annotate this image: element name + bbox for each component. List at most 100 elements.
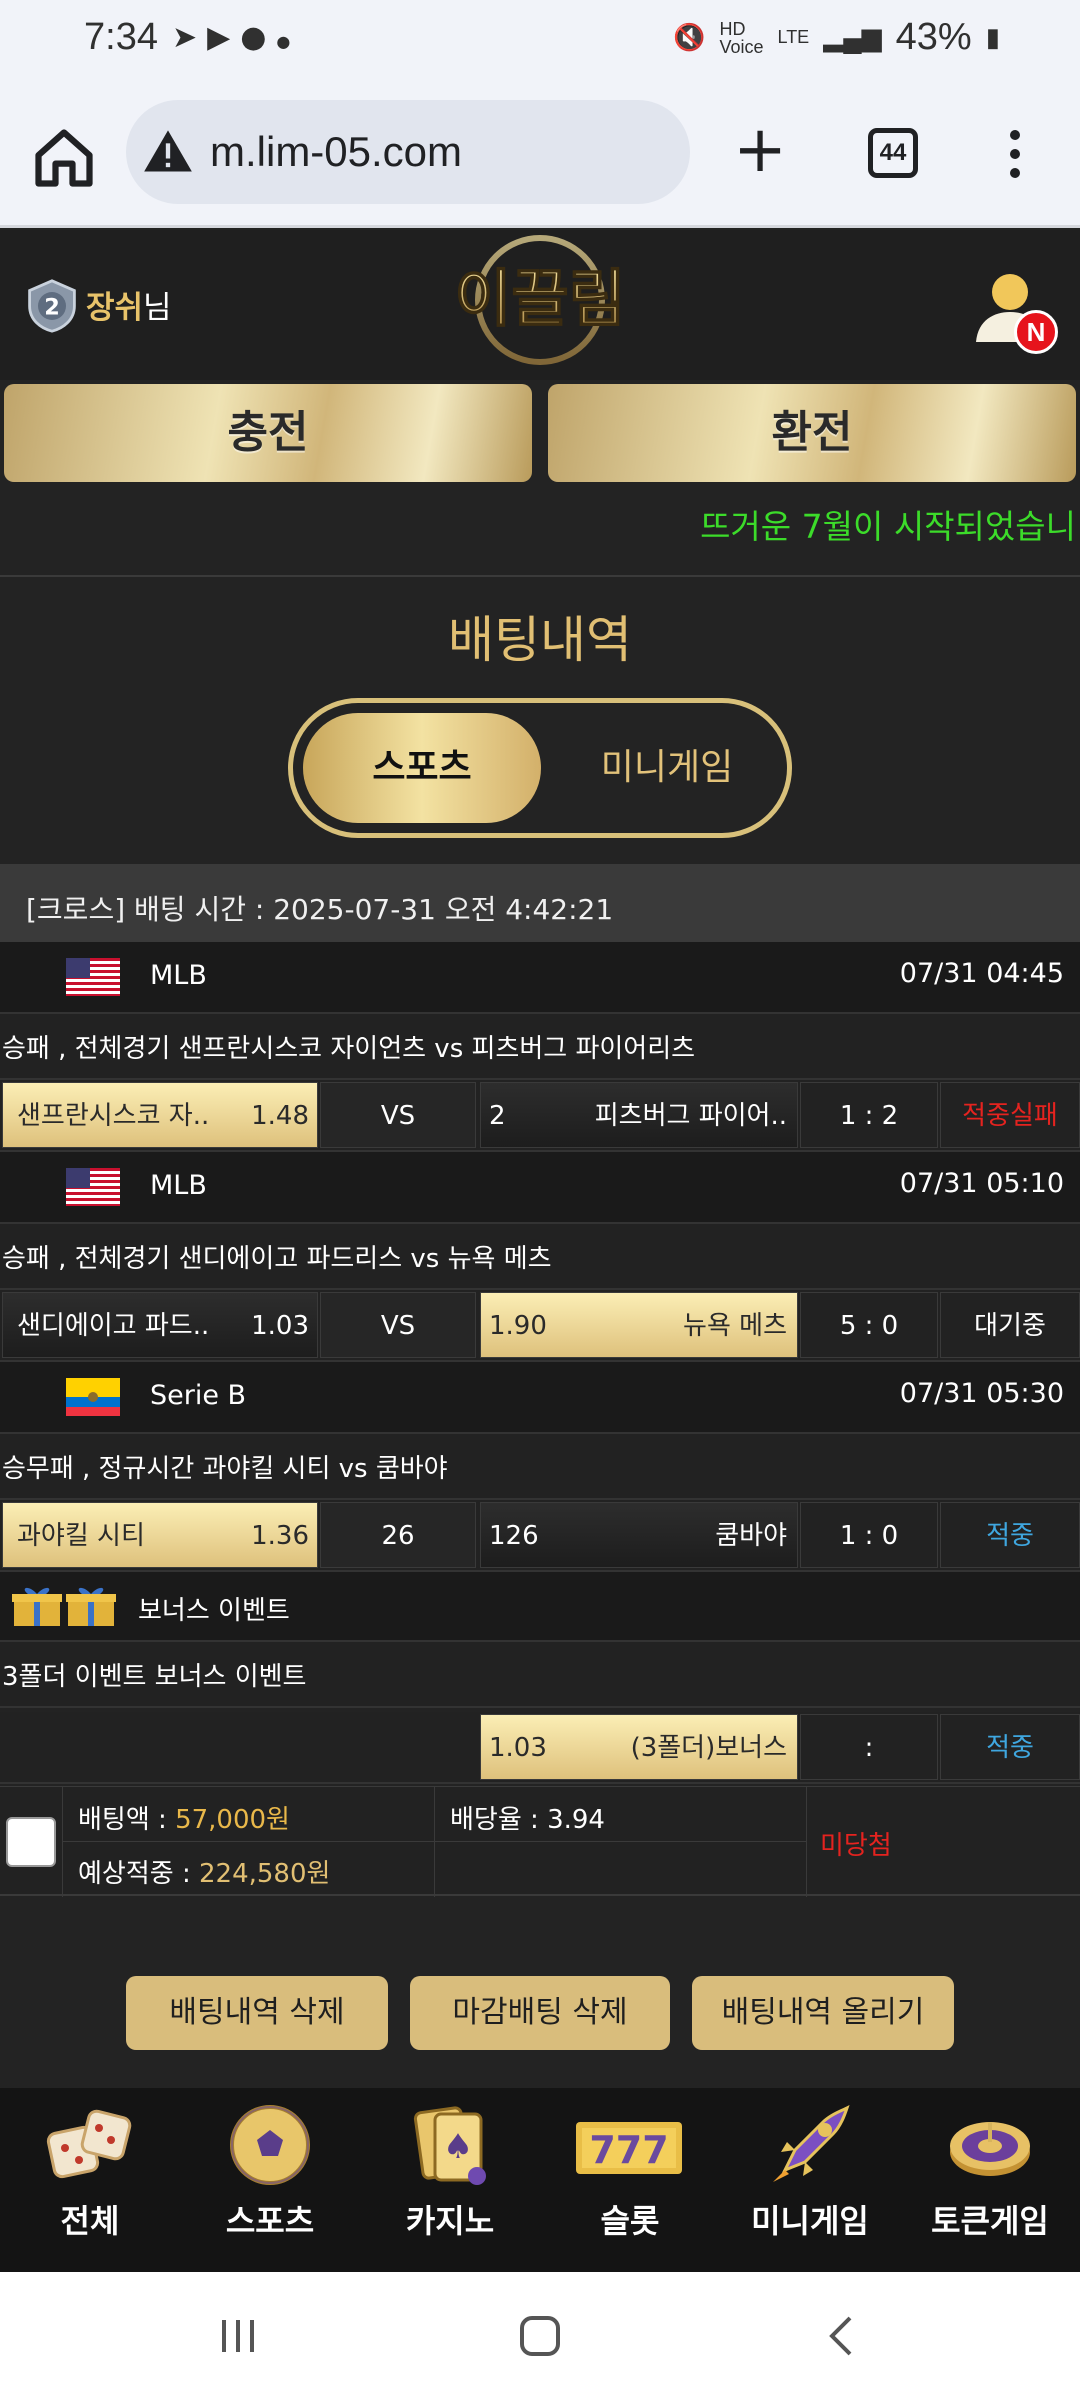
draw-cell[interactable]: VS bbox=[320, 1292, 476, 1358]
site-logo[interactable]: 이끌림 bbox=[440, 230, 640, 370]
home-pick[interactable]: 샌디에이고 파드.. 1.03 bbox=[2, 1292, 318, 1358]
select-checkbox[interactable] bbox=[6, 1817, 56, 1867]
game-desc: 승패 , 전체경기 샌프란시스코 자이언츠 vs 피츠버그 파이어리츠 bbox=[0, 1014, 1080, 1080]
home-pick[interactable]: 샌프란시스코 자.. 1.48 bbox=[2, 1082, 318, 1148]
roulette-icon bbox=[950, 2122, 1030, 2176]
more-menu-icon[interactable] bbox=[1000, 126, 1030, 186]
home-odds: 1.03 bbox=[251, 1311, 309, 1341]
notification-icons: ➤▶●● bbox=[172, 20, 300, 55]
draw-cell[interactable]: 26 bbox=[320, 1502, 476, 1568]
result-status: 적중실패 bbox=[940, 1082, 1080, 1148]
result-status: 대기중 bbox=[940, 1292, 1080, 1358]
nav-all[interactable]: 전체 bbox=[0, 2088, 180, 2272]
hd-voice-icon: HD Voice bbox=[719, 18, 764, 57]
away-pick[interactable]: 1.90 뉴욕 메츠 bbox=[480, 1292, 798, 1358]
tab-switcher-button[interactable]: 44 bbox=[868, 128, 918, 178]
away-pick[interactable]: 2 피츠버그 파이어.. bbox=[480, 1082, 798, 1148]
away-team: 뉴욕 메츠 bbox=[683, 1311, 787, 1341]
delete-closed-button[interactable]: 마감배팅 삭제 bbox=[410, 1976, 670, 2050]
nav-sports[interactable]: 스포츠 bbox=[180, 2088, 360, 2272]
divider bbox=[434, 1787, 435, 1897]
nav-label: 카지노 bbox=[405, 2202, 495, 2240]
away-pick[interactable]: 126 쿰바야 bbox=[480, 1502, 798, 1568]
lte-icon: LTE bbox=[777, 27, 810, 47]
charge-button[interactable]: 충전 bbox=[4, 384, 532, 482]
telegram-icon: ➤ bbox=[172, 20, 208, 55]
bonus-desc: 3폴더 이벤트 보너스 이벤트 bbox=[0, 1642, 1080, 1708]
game-desc: 승무패 , 정규시간 과야킬 시티 vs 쿰바야 bbox=[0, 1434, 1080, 1500]
result-status: 적중 bbox=[940, 1714, 1080, 1780]
expected-label: 예상적중 : bbox=[78, 1859, 199, 1889]
odds-rate: 배당율 : 3.94 bbox=[450, 1799, 605, 1836]
score: 5 : 0 bbox=[800, 1292, 938, 1358]
battery-icon: ▮ bbox=[985, 22, 1000, 52]
draw-cell[interactable]: VS bbox=[320, 1082, 476, 1148]
rank-level: 2 bbox=[44, 294, 60, 320]
score: 1 : 2 bbox=[800, 1082, 938, 1148]
home-odds: 1.48 bbox=[251, 1101, 309, 1131]
nav-label: 전체 bbox=[60, 2202, 120, 2240]
nav-slot[interactable]: 777 슬롯 bbox=[540, 2088, 720, 2272]
game-time: 07/31 05:30 bbox=[899, 1378, 1064, 1409]
league-row: MLB 07/31 04:45 bbox=[0, 942, 1080, 1014]
warning-icon[interactable] bbox=[142, 126, 194, 178]
slot-777-icon: 777 bbox=[576, 2122, 682, 2174]
bonus-odds: 1.03 bbox=[489, 1733, 547, 1763]
expected-value: 224,580원 bbox=[198, 1859, 331, 1889]
bottom-nav: 전체 스포츠 ♠ 카지노 777 슬롯 미니게임 토큰게임 bbox=[0, 2088, 1080, 2272]
url-text: m.lim-05.com bbox=[210, 128, 463, 175]
tab-minigame[interactable]: 미니게임 bbox=[551, 713, 783, 823]
system-icons: 🔇 HD Voice LTE ▂▄▆ 43% ▮ bbox=[673, 16, 1000, 59]
address-bar[interactable]: m.lim-05.com bbox=[126, 100, 690, 204]
new-badge: N bbox=[1014, 310, 1058, 354]
home-pick[interactable]: 과야킬 시티 1.36 bbox=[2, 1502, 318, 1568]
clock: 7:34 bbox=[84, 16, 158, 58]
odds-value: 3.94 bbox=[547, 1805, 605, 1835]
league-name: MLB bbox=[150, 1170, 207, 1201]
recent-apps-icon[interactable] bbox=[208, 2310, 268, 2362]
divider bbox=[0, 575, 1080, 577]
nav-casino[interactable]: ♠ 카지노 bbox=[360, 2088, 540, 2272]
expected-win: 예상적중 : 224,580원 bbox=[78, 1853, 330, 1890]
back-icon[interactable] bbox=[812, 2310, 872, 2362]
bet-row: 과야킬 시티 1.36 26 126 쿰바야 1 : 0 적중 bbox=[0, 1500, 1080, 1572]
bet-amount-value: 57,000원 bbox=[175, 1805, 290, 1835]
exchange-button[interactable]: 환전 bbox=[548, 384, 1076, 482]
away-team: 피츠버그 파이어.. bbox=[594, 1101, 787, 1131]
divider bbox=[806, 1787, 807, 1897]
soccer-ball-icon bbox=[230, 2105, 310, 2185]
ecuador-flag-icon bbox=[66, 1378, 120, 1416]
post-history-button[interactable]: 배팅내역 올리기 bbox=[692, 1976, 954, 2050]
league-row: Serie B 07/31 05:30 bbox=[0, 1362, 1080, 1434]
away-odds: 126 bbox=[489, 1521, 539, 1551]
home-odds: 1.36 bbox=[251, 1521, 309, 1551]
nav-label: 미니게임 bbox=[751, 2202, 869, 2240]
us-flag-icon bbox=[66, 958, 120, 996]
home-icon[interactable] bbox=[30, 124, 98, 192]
browser-toolbar: m.lim-05.com + 44 bbox=[0, 90, 1080, 228]
gift-box-icon bbox=[12, 1587, 116, 1626]
system-nav-bar bbox=[0, 2272, 1080, 2400]
user-profile-icon[interactable]: N bbox=[968, 266, 1058, 354]
signal-icon: ▂▄▆ bbox=[823, 22, 882, 52]
result-status: 적중 bbox=[940, 1502, 1080, 1568]
home-nav-icon[interactable] bbox=[510, 2310, 570, 2362]
username[interactable]: 장쉬님 bbox=[86, 282, 172, 327]
username-name: 장쉬 bbox=[86, 290, 144, 326]
home-team: 샌프란시스코 자.. bbox=[17, 1101, 210, 1131]
tab-sports[interactable]: 스포츠 bbox=[303, 713, 541, 823]
rocket-icon bbox=[773, 2105, 850, 2182]
nav-minigame[interactable]: 미니게임 bbox=[720, 2088, 900, 2272]
home-team: 과야킬 시티 bbox=[17, 1521, 145, 1551]
delete-history-button[interactable]: 배팅내역 삭제 bbox=[126, 1976, 388, 2050]
home-team: 샌디에이고 파드.. bbox=[17, 1311, 210, 1341]
us-flag-icon bbox=[66, 1168, 120, 1206]
nav-label: 토큰게임 bbox=[931, 2202, 1049, 2240]
score: 1 : 0 bbox=[800, 1502, 938, 1568]
bonus-pick[interactable]: 1.03 (3폴더)보너스 bbox=[480, 1714, 798, 1780]
new-tab-plus-icon[interactable]: + bbox=[730, 118, 790, 182]
bet-row: 샌디에이고 파드.. 1.03 VS 1.90 뉴욕 메츠 5 : 0 대기중 bbox=[0, 1290, 1080, 1362]
nav-token-game[interactable]: 토큰게임 bbox=[900, 2088, 1080, 2272]
game-time: 07/31 05:10 bbox=[899, 1168, 1064, 1199]
bet-summary: 배팅액 : 57,000원 배당율 : 3.94 예상적중 : 224,580원… bbox=[0, 1786, 1080, 1897]
